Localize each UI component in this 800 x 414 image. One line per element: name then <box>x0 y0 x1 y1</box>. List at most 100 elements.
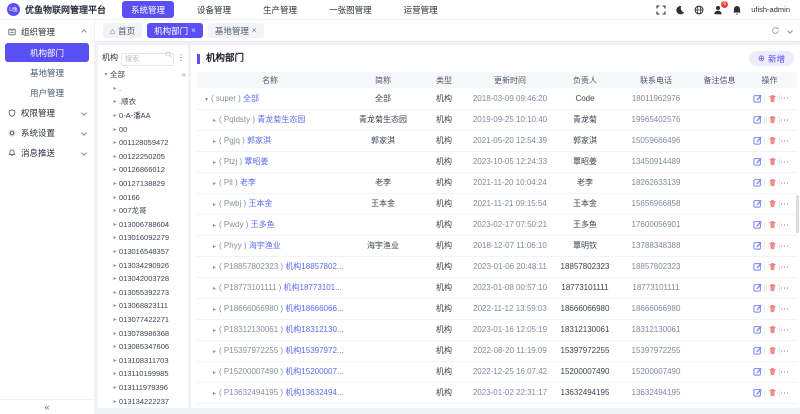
caret-right-icon[interactable]: ▸ <box>111 370 119 377</box>
caret-right-icon[interactable]: ▸ <box>111 234 119 241</box>
tree-node[interactable]: ▸ 013077422271 <box>102 313 185 327</box>
table-row[interactable]: ▸( P15397972255 ) 机构15397972... 机构 2022-… <box>197 340 797 362</box>
edit-icon[interactable] <box>750 388 764 397</box>
edit-icon[interactable] <box>750 199 764 208</box>
row-caret-icon[interactable]: ▸ <box>213 118 216 124</box>
top-nav-item[interactable]: 生产管理 <box>254 1 306 18</box>
delete-icon[interactable] <box>765 283 779 292</box>
delete-icon[interactable] <box>765 388 779 397</box>
org-name-link[interactable]: 海宇渔业 <box>249 241 281 250</box>
row-caret-icon[interactable]: ▸ <box>213 244 216 250</box>
org-name-link[interactable]: 机构15397972... <box>285 346 343 355</box>
caret-right-icon[interactable]: ▸ <box>111 316 119 323</box>
delete-icon[interactable] <box>765 157 779 166</box>
caret-right-icon[interactable]: ▸ <box>111 275 119 282</box>
tree-node[interactable]: ▸ .顺衣 <box>102 95 185 109</box>
tree-node[interactable]: ▸ 013110199985 <box>102 367 185 381</box>
row-caret-icon[interactable]: ▸ <box>213 286 216 292</box>
org-name-link[interactable]: 机构13632494... <box>285 388 343 397</box>
tree-node[interactable]: ▸ 00166 <box>102 190 185 204</box>
table-row[interactable]: ▸( Pqldsty ) 青龙菊生态园 青龙菊生态园 机构 2019-09-25… <box>197 109 797 131</box>
table-row[interactable]: ▸( Pgjq ) 郭家淇 郭家淇 机构 2021-05-20 12:54:39… <box>197 130 797 152</box>
caret-right-icon[interactable]: ▸ <box>111 207 119 214</box>
caret-right-icon[interactable]: ▸ <box>111 180 119 187</box>
scrollbar-thumb[interactable] <box>796 195 799 233</box>
edit-icon[interactable] <box>750 283 764 292</box>
refresh-icon[interactable] <box>771 26 780 35</box>
caret-right-icon[interactable]: ▸ <box>111 112 119 119</box>
tree-node[interactable]: ▸ 013016092279 <box>102 231 185 245</box>
tree-node[interactable]: ▸ 00127138829 <box>102 177 185 191</box>
edit-icon[interactable] <box>750 241 764 250</box>
sidebar-item-message-push[interactable]: 消息推送 <box>0 143 94 163</box>
delete-icon[interactable] <box>765 199 779 208</box>
top-nav-item[interactable]: 运营管理 <box>395 1 447 18</box>
tree-node[interactable]: ▸ 00 <box>102 122 185 136</box>
table-row[interactable]: ▸( Phyy ) 海宇渔业 海宇渔业 机构 2018-12-07 11:06:… <box>197 235 797 257</box>
more-actions-icon[interactable]: ⋯ <box>780 157 789 166</box>
org-name-link[interactable]: 机构15200007... <box>285 367 343 376</box>
current-user-name[interactable]: ufish-admin <box>751 5 790 14</box>
table-row[interactable]: ▸( P13420789239 ) 机构13420789... 机构 2023-… <box>197 403 797 408</box>
more-actions-icon[interactable]: ⋯ <box>780 388 789 397</box>
caret-right-icon[interactable]: ▸ <box>111 126 119 133</box>
tree-node[interactable]: ▸ . <box>102 82 185 96</box>
more-actions-icon[interactable]: ⋯ <box>780 283 789 292</box>
edit-icon[interactable] <box>750 262 764 271</box>
edit-icon[interactable] <box>750 157 764 166</box>
more-actions-icon[interactable]: ⋯ <box>780 241 789 250</box>
org-name-link[interactable]: 全部 <box>243 94 259 103</box>
top-nav-item[interactable]: 一张图管理 <box>320 1 381 18</box>
tree-node[interactable]: ▸ 013111979396 <box>102 381 185 395</box>
edit-icon[interactable] <box>750 94 764 103</box>
row-caret-icon[interactable]: ▸ <box>213 328 216 334</box>
tree-node[interactable]: ▸ 013034290926 <box>102 258 185 272</box>
edit-icon[interactable] <box>750 367 764 376</box>
more-actions-icon[interactable]: ⋯ <box>780 199 789 208</box>
table-row[interactable]: ▸( Pwbj ) 王本金 王本金 机构 2021-11-21 09:15:54… <box>197 193 797 215</box>
edit-icon[interactable] <box>750 346 764 355</box>
tree-node[interactable]: ▸ 013042003728 <box>102 272 185 286</box>
table-row[interactable]: ▸( P13632494195 ) 机构13632494... 机构 2023-… <box>197 382 797 404</box>
row-caret-icon[interactable]: ▸ <box>213 265 216 271</box>
edit-icon[interactable] <box>750 136 764 145</box>
more-actions-icon[interactable]: ⋯ <box>780 220 789 229</box>
more-actions-icon[interactable]: ⋯ <box>780 325 789 334</box>
table-row[interactable]: ▸( Pll ) 老李 老李 机构 2021-11-20 10:04:24 老李… <box>197 172 797 194</box>
tree-node[interactable]: ▸ 00122250205 <box>102 150 185 164</box>
tree-node[interactable]: ▸ 00126866012 <box>102 163 185 177</box>
sidebar-subitem[interactable]: 基地管理 <box>5 63 89 82</box>
caret-right-icon[interactable]: ▸ <box>111 98 119 105</box>
org-name-link[interactable]: 郭家淇 <box>247 136 271 145</box>
row-caret-icon[interactable]: ▸ <box>213 307 216 313</box>
more-actions-icon[interactable]: ⋯ <box>780 178 789 187</box>
caret-right-icon[interactable]: ▸ <box>111 221 119 228</box>
table-row[interactable]: ▾( super ) 全部 全部 机构 2018-03-09 09:46:20 … <box>197 88 797 110</box>
more-actions-icon[interactable]: ⋯ <box>780 136 789 145</box>
delete-icon[interactable] <box>765 262 779 271</box>
tree-node[interactable]: ▸ 001128059472 <box>102 136 185 150</box>
edit-icon[interactable] <box>750 115 764 124</box>
table-row[interactable]: ▸( P18666066980 ) 机构18666066... 机构 2022-… <box>197 298 797 320</box>
top-nav-item[interactable]: 系统管理 <box>122 1 175 18</box>
more-actions-icon[interactable]: ⋯ <box>780 346 789 355</box>
tree-node[interactable]: ▸ 013068823111 <box>102 299 185 313</box>
edit-icon[interactable] <box>750 220 764 229</box>
row-caret-icon[interactable]: ▸ <box>213 349 216 355</box>
caret-right-icon[interactable]: ▸ <box>111 357 119 364</box>
org-name-link[interactable]: 青龙菊生态园 <box>257 115 305 124</box>
row-caret-icon[interactable]: ▸ <box>213 370 216 376</box>
org-name-link[interactable]: 王多鱼 <box>251 220 275 229</box>
caret-right-icon[interactable]: ▸ <box>111 153 119 160</box>
org-name-link[interactable]: 王本金 <box>248 199 272 208</box>
org-name-link[interactable]: 机构18666066... <box>285 304 343 313</box>
tree-root-node[interactable]: ▾ 全部 <box>102 68 185 82</box>
fullscreen-icon[interactable] <box>656 4 666 15</box>
caret-right-icon[interactable]: ▸ <box>111 289 119 296</box>
caret-right-icon[interactable]: ▸ <box>111 166 119 173</box>
language-globe-icon[interactable] <box>694 5 704 15</box>
tab-item[interactable]: 机构部门 × <box>147 23 203 38</box>
sidebar-item-permission[interactable]: 权限管理 <box>0 103 94 123</box>
more-actions-icon[interactable]: ⋯ <box>780 115 789 124</box>
user-icon[interactable]: 6 <box>713 0 729 15</box>
